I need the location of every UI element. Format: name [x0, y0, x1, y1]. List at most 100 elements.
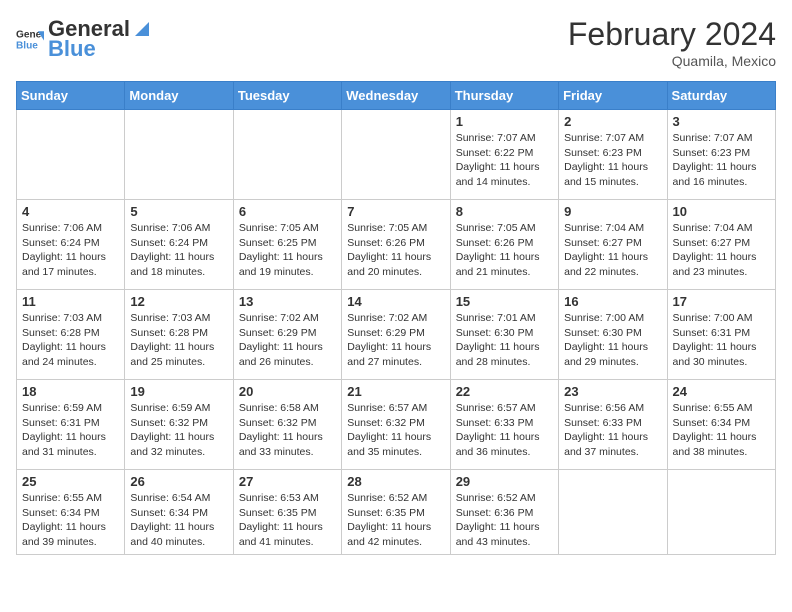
day-of-week-header: Thursday: [450, 82, 558, 110]
day-number: 16: [564, 294, 661, 309]
header: General Blue General Blue February 2024 …: [16, 16, 776, 69]
svg-text:Blue: Blue: [16, 40, 38, 51]
day-info: Sunrise: 6:52 AMSunset: 6:35 PMDaylight:…: [347, 491, 444, 550]
logo-icon: General Blue: [16, 25, 44, 53]
day-number: 17: [673, 294, 770, 309]
day-number: 6: [239, 204, 336, 219]
day-number: 26: [130, 474, 227, 489]
calendar-header-row: SundayMondayTuesdayWednesdayThursdayFrid…: [17, 82, 776, 110]
day-info: Sunrise: 6:59 AMSunset: 6:32 PMDaylight:…: [130, 401, 227, 460]
day-info: Sunrise: 6:52 AMSunset: 6:36 PMDaylight:…: [456, 491, 553, 550]
calendar-week-row: 11Sunrise: 7:03 AMSunset: 6:28 PMDayligh…: [17, 290, 776, 380]
day-info: Sunrise: 7:04 AMSunset: 6:27 PMDaylight:…: [564, 221, 661, 280]
day-number: 12: [130, 294, 227, 309]
day-number: 19: [130, 384, 227, 399]
calendar-cell: 17 Sunrise: 7:00 AMSunset: 6:31 PMDayligh…: [667, 290, 775, 380]
calendar-cell: 2 Sunrise: 7:07 AMSunset: 6:23 PMDaylight…: [559, 110, 667, 200]
calendar-week-row: 4 Sunrise: 7:06 AMSunset: 6:24 PMDaylight…: [17, 200, 776, 290]
calendar-week-row: 1 Sunrise: 7:07 AMSunset: 6:22 PMDaylight…: [17, 110, 776, 200]
calendar-cell: [559, 470, 667, 555]
calendar-cell: 12 Sunrise: 7:03 AMSunset: 6:28 PMDayligh…: [125, 290, 233, 380]
day-info: Sunrise: 7:07 AMSunset: 6:23 PMDaylight:…: [673, 131, 770, 190]
day-number: 10: [673, 204, 770, 219]
location-subtitle: Quamila, Mexico: [568, 53, 776, 69]
calendar-cell: 4 Sunrise: 7:06 AMSunset: 6:24 PMDaylight…: [17, 200, 125, 290]
day-number: 18: [22, 384, 119, 399]
svg-text:General: General: [16, 29, 44, 40]
day-info: Sunrise: 7:03 AMSunset: 6:28 PMDaylight:…: [22, 311, 119, 370]
calendar-week-row: 18 Sunrise: 6:59 AMSunset: 6:31 PMDayligh…: [17, 380, 776, 470]
title-area: February 2024 Quamila, Mexico: [568, 16, 776, 69]
day-info: Sunrise: 7:04 AMSunset: 6:27 PMDaylight:…: [673, 221, 770, 280]
day-info: Sunrise: 7:03 AMSunset: 6:28 PMDaylight:…: [130, 311, 227, 370]
calendar-cell: 9 Sunrise: 7:04 AMSunset: 6:27 PMDaylight…: [559, 200, 667, 290]
day-number: 2: [564, 114, 661, 129]
day-number: 4: [22, 204, 119, 219]
day-number: 29: [456, 474, 553, 489]
calendar-cell: 6 Sunrise: 7:05 AMSunset: 6:25 PMDaylight…: [233, 200, 341, 290]
day-number: 25: [22, 474, 119, 489]
day-info: Sunrise: 7:07 AMSunset: 6:22 PMDaylight:…: [456, 131, 553, 190]
day-info: Sunrise: 6:57 AMSunset: 6:33 PMDaylight:…: [456, 401, 553, 460]
day-info: Sunrise: 6:55 AMSunset: 6:34 PMDaylight:…: [22, 491, 119, 550]
day-info: Sunrise: 7:06 AMSunset: 6:24 PMDaylight:…: [22, 221, 119, 280]
calendar-cell: 14 Sunrise: 7:02 AMSunset: 6:29 PMDayligh…: [342, 290, 450, 380]
day-number: 24: [673, 384, 770, 399]
calendar-cell: 29 Sunrise: 6:52 AMSunset: 6:36 PMDayligh…: [450, 470, 558, 555]
calendar-cell: 24Sunrise: 6:55 AMSunset: 6:34 PMDayligh…: [667, 380, 775, 470]
calendar-cell: 7 Sunrise: 7:05 AMSunset: 6:26 PMDaylight…: [342, 200, 450, 290]
day-info: Sunrise: 6:57 AMSunset: 6:32 PMDaylight:…: [347, 401, 444, 460]
day-number: 7: [347, 204, 444, 219]
calendar-cell: 27 Sunrise: 6:53 AMSunset: 6:35 PMDayligh…: [233, 470, 341, 555]
calendar-cell: 1 Sunrise: 7:07 AMSunset: 6:22 PMDaylight…: [450, 110, 558, 200]
calendar-cell: 26 Sunrise: 6:54 AMSunset: 6:34 PMDayligh…: [125, 470, 233, 555]
day-info: Sunrise: 7:05 AMSunset: 6:26 PMDaylight:…: [456, 221, 553, 280]
calendar-cell: [667, 470, 775, 555]
day-info: Sunrise: 7:00 AMSunset: 6:31 PMDaylight:…: [673, 311, 770, 370]
day-number: 23: [564, 384, 661, 399]
calendar-cell: 3Sunrise: 7:07 AMSunset: 6:23 PMDaylight…: [667, 110, 775, 200]
logo: General Blue General Blue: [16, 16, 154, 62]
calendar-cell: 21 Sunrise: 6:57 AMSunset: 6:32 PMDayligh…: [342, 380, 450, 470]
day-number: 27: [239, 474, 336, 489]
day-info: Sunrise: 7:02 AMSunset: 6:29 PMDaylight:…: [239, 311, 336, 370]
calendar-cell: 5 Sunrise: 7:06 AMSunset: 6:24 PMDaylight…: [125, 200, 233, 290]
day-of-week-header: Friday: [559, 82, 667, 110]
day-number: 5: [130, 204, 227, 219]
calendar-cell: 13 Sunrise: 7:02 AMSunset: 6:29 PMDayligh…: [233, 290, 341, 380]
day-number: 1: [456, 114, 553, 129]
day-info: Sunrise: 6:53 AMSunset: 6:35 PMDaylight:…: [239, 491, 336, 550]
day-of-week-header: Saturday: [667, 82, 775, 110]
day-of-week-header: Tuesday: [233, 82, 341, 110]
day-info: Sunrise: 7:05 AMSunset: 6:25 PMDaylight:…: [239, 221, 336, 280]
day-number: 14: [347, 294, 444, 309]
day-number: 21: [347, 384, 444, 399]
day-number: 20: [239, 384, 336, 399]
day-info: Sunrise: 6:58 AMSunset: 6:32 PMDaylight:…: [239, 401, 336, 460]
calendar-cell: 19 Sunrise: 6:59 AMSunset: 6:32 PMDayligh…: [125, 380, 233, 470]
day-info: Sunrise: 7:01 AMSunset: 6:30 PMDaylight:…: [456, 311, 553, 370]
day-number: 28: [347, 474, 444, 489]
day-info: Sunrise: 7:07 AMSunset: 6:23 PMDaylight:…: [564, 131, 661, 190]
day-info: Sunrise: 6:54 AMSunset: 6:34 PMDaylight:…: [130, 491, 227, 550]
calendar-cell: 8 Sunrise: 7:05 AMSunset: 6:26 PMDaylight…: [450, 200, 558, 290]
day-number: 22: [456, 384, 553, 399]
calendar-cell: 22 Sunrise: 6:57 AMSunset: 6:33 PMDayligh…: [450, 380, 558, 470]
day-info: Sunrise: 7:06 AMSunset: 6:24 PMDaylight:…: [130, 221, 227, 280]
day-info: Sunrise: 7:02 AMSunset: 6:29 PMDaylight:…: [347, 311, 444, 370]
day-info: Sunrise: 7:00 AMSunset: 6:30 PMDaylight:…: [564, 311, 661, 370]
day-of-week-header: Sunday: [17, 82, 125, 110]
calendar-cell: 20 Sunrise: 6:58 AMSunset: 6:32 PMDayligh…: [233, 380, 341, 470]
day-number: 8: [456, 204, 553, 219]
day-number: 15: [456, 294, 553, 309]
day-info: Sunrise: 6:59 AMSunset: 6:31 PMDaylight:…: [22, 401, 119, 460]
calendar-cell: [125, 110, 233, 200]
day-number: 13: [239, 294, 336, 309]
day-info: Sunrise: 6:56 AMSunset: 6:33 PMDaylight:…: [564, 401, 661, 460]
day-of-week-header: Monday: [125, 82, 233, 110]
day-info: Sunrise: 7:05 AMSunset: 6:26 PMDaylight:…: [347, 221, 444, 280]
calendar-cell: 10 Sunrise: 7:04 AMSunset: 6:27 PMDayligh…: [667, 200, 775, 290]
calendar-cell: [17, 110, 125, 200]
day-number: 9: [564, 204, 661, 219]
calendar-cell: 11Sunrise: 7:03 AMSunset: 6:28 PMDayligh…: [17, 290, 125, 380]
